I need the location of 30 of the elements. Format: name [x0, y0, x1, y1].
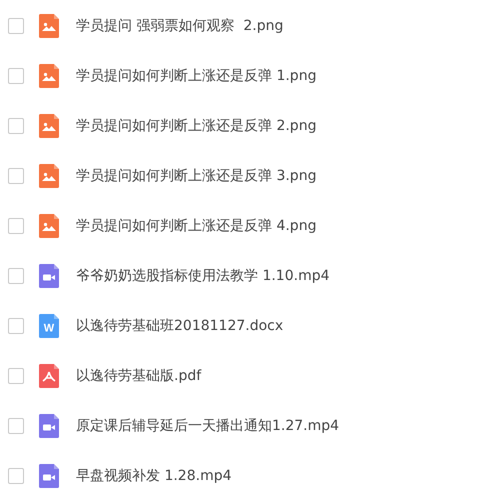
image-file-icon	[37, 64, 61, 88]
file-name[interactable]: 以逸待劳基础版.pdf	[76, 367, 202, 385]
file-name[interactable]: 早盘视频补发 1.28.mp4	[76, 467, 232, 485]
checkbox[interactable]	[8, 468, 24, 484]
image-file-icon	[37, 114, 61, 138]
checkbox[interactable]	[8, 18, 24, 34]
file-name[interactable]: 学员提问如何判断上涨还是反弹 3.png	[76, 167, 316, 185]
pdf-file-icon	[37, 364, 61, 388]
file-name[interactable]: 学员提问 强弱票如何观察 2.png	[76, 17, 284, 35]
checkbox[interactable]	[8, 318, 24, 334]
video-file-icon	[37, 264, 61, 288]
checkbox[interactable]	[8, 268, 24, 284]
image-file-icon	[37, 164, 61, 188]
file-name[interactable]: 以逸待劳基础班20181127.docx	[76, 317, 284, 335]
checkbox[interactable]	[8, 368, 24, 384]
image-file-icon	[37, 214, 61, 238]
image-file-icon	[37, 14, 61, 38]
file-name[interactable]: 学员提问如何判断上涨还是反弹 1.png	[76, 67, 316, 85]
checkbox[interactable]	[8, 418, 24, 434]
checkbox[interactable]	[8, 68, 24, 84]
video-file-icon	[37, 464, 61, 488]
checkbox[interactable]	[8, 118, 24, 134]
file-name[interactable]: 原定课后辅导延后一天播出通知1.27.mp4	[76, 417, 340, 435]
file-name[interactable]: 学员提问如何判断上涨还是反弹 2.png	[76, 117, 316, 135]
file-name[interactable]: 学员提问如何判断上涨还是反弹 4.png	[76, 217, 316, 235]
checkbox[interactable]	[8, 168, 24, 184]
video-file-icon	[37, 414, 61, 438]
checkbox[interactable]	[8, 218, 24, 234]
document-file-icon: W	[37, 314, 61, 338]
file-name[interactable]: 爷爷奶奶选股指标使用法教学 1.10.mp4	[76, 267, 330, 285]
